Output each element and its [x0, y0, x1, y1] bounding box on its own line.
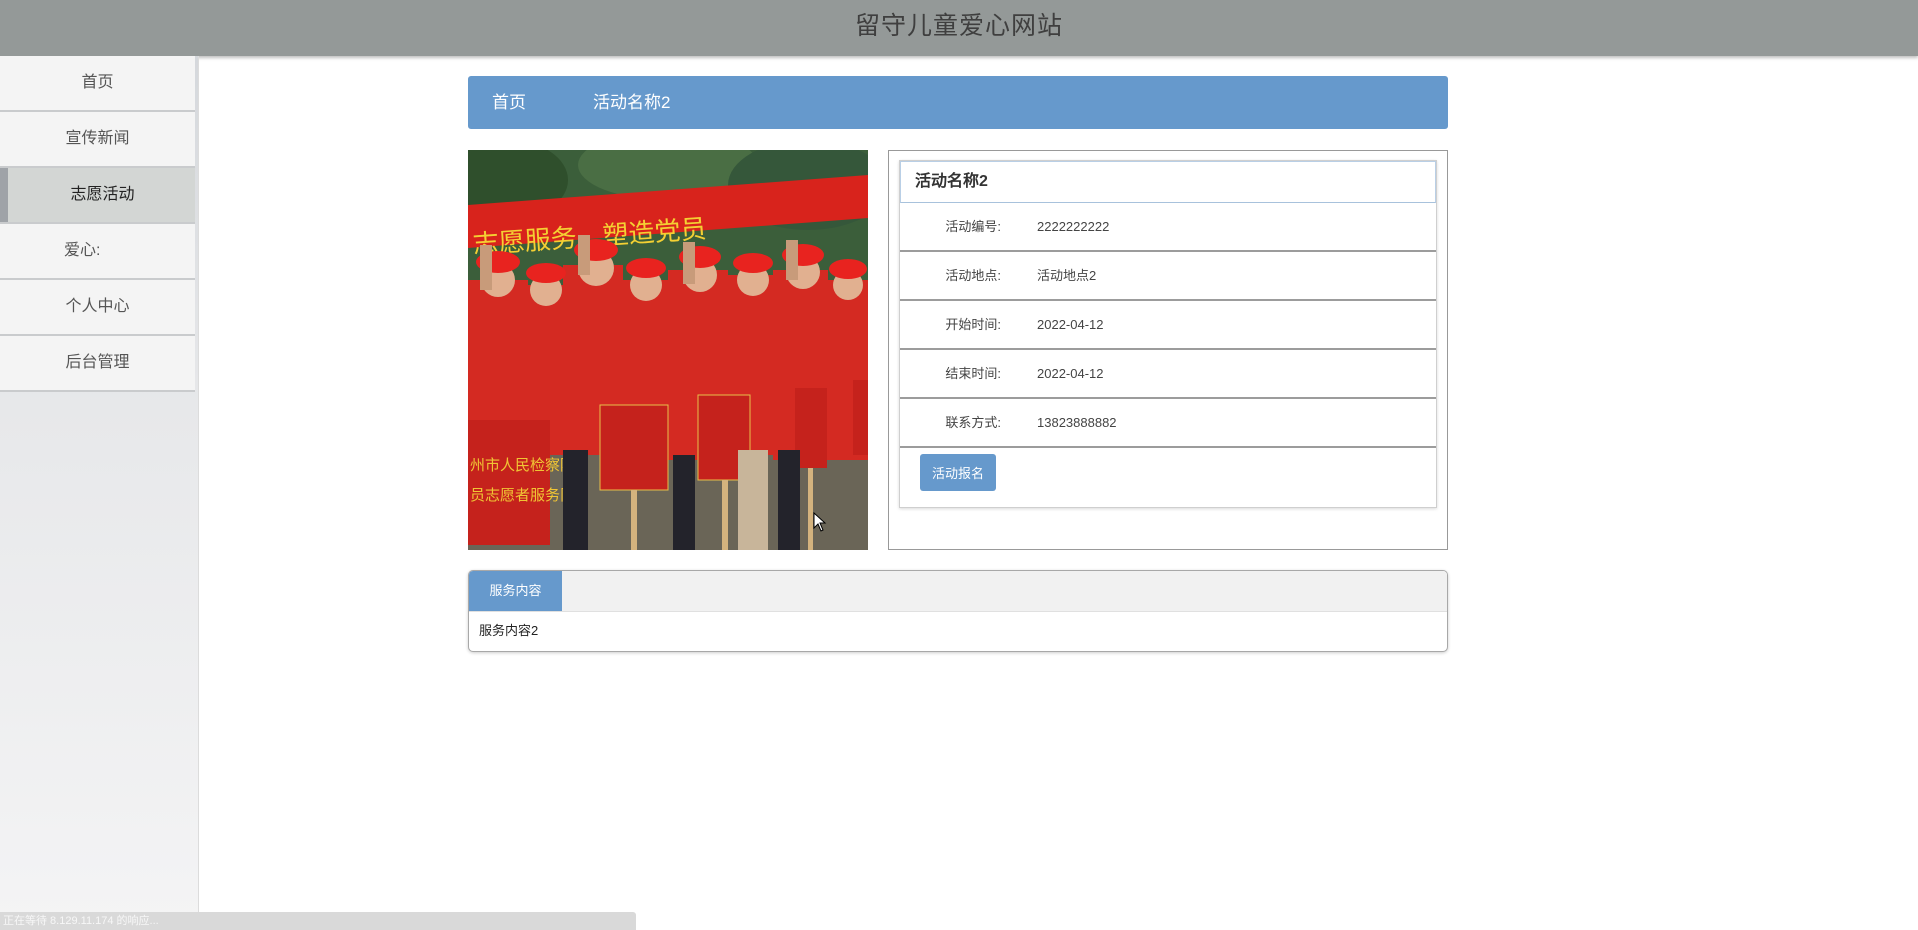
breadcrumb: 首页 活动名称2 — [468, 76, 1448, 129]
browser-status-bar: 正在等待 8.129.11.174 的响应... — [0, 912, 636, 930]
sidebar-item-volunteer[interactable]: 志愿活动 — [0, 168, 195, 224]
mouse-cursor-icon — [813, 511, 827, 537]
sidebar-item-label: 后台管理 — [65, 354, 130, 371]
sidebar-item-admin[interactable]: 后台管理 — [0, 336, 195, 392]
activity-info-box: 活动名称2 活动编号: 2222222222 活动地点: 活动地点2 开始时间:… — [899, 160, 1437, 508]
sign-text: 州市人民检察院 — [470, 456, 575, 474]
field-value: 活动地点2 — [1037, 268, 1097, 283]
info-row-start-time: 开始时间: 2022-04-12 — [900, 301, 1436, 350]
tab-content: 服务内容2 — [479, 623, 539, 638]
field-value: 2022-04-12 — [1037, 317, 1104, 332]
action-row: 活动报名 — [900, 448, 1436, 494]
activity-title: 活动名称2 — [900, 161, 1436, 203]
sign-text: 员志愿者服务队 — [470, 486, 575, 504]
sidebar-item-profile[interactable]: 个人中心 — [0, 280, 195, 336]
info-row-location: 活动地点: 活动地点2 — [900, 252, 1436, 301]
field-label: 活动编号: — [945, 219, 1001, 234]
sidebar-item-love[interactable]: 爱心: — [0, 224, 195, 280]
field-value: 2022-04-12 — [1037, 366, 1104, 381]
volunteer-group-image: 志愿服务，塑造党员 州市人民检察 — [468, 150, 868, 550]
status-text: 正在等待 8.129.11.174 的响应... — [3, 915, 159, 927]
field-value: 13823888882 — [1037, 415, 1117, 430]
sidebar-item-label: 个人中心 — [65, 298, 130, 315]
sidebar-item-news[interactable]: 宣传新闻 — [0, 112, 195, 168]
sidebar-item-label: 首页 — [81, 74, 114, 91]
activity-photo: 志愿服务，塑造党员 州市人民检察 — [468, 150, 868, 550]
sidebar-nav: 首页 宣传新闻 志愿活动 爱心: 个人中心 后台管理 — [0, 56, 199, 930]
sidebar-item-label: 爱心: — [64, 242, 101, 259]
breadcrumb-home-link[interactable]: 首页 — [492, 76, 526, 129]
field-label: 联系方式: — [945, 415, 1001, 430]
breadcrumb-current: 活动名称2 — [593, 93, 671, 112]
field-label: 开始时间: — [945, 317, 1001, 332]
sidebar-item-label: 宣传新闻 — [65, 130, 130, 147]
tab-bar: 服务内容 — [469, 571, 1447, 612]
field-label: 结束时间: — [945, 366, 1001, 381]
sidebar-item-label: 志愿活动 — [70, 186, 135, 203]
detail-tabs: 服务内容 服务内容2 — [468, 570, 1448, 652]
site-header: 留守儿童爱心网站 — [0, 0, 1918, 56]
activity-signup-button[interactable]: 活动报名 — [920, 454, 996, 491]
tab-service-content[interactable]: 服务内容 — [469, 571, 562, 611]
site-title: 留守儿童爱心网站 — [854, 12, 1063, 40]
info-row-end-time: 结束时间: 2022-04-12 — [900, 350, 1436, 399]
activity-info-panel: 活动名称2 活动编号: 2222222222 活动地点: 活动地点2 开始时间:… — [888, 150, 1448, 550]
field-label: 活动地点: — [945, 268, 1001, 283]
info-row-id: 活动编号: 2222222222 — [900, 203, 1436, 252]
sidebar-item-home[interactable]: 首页 — [0, 56, 195, 112]
info-row-contact: 联系方式: 13823888882 — [900, 399, 1436, 448]
field-value: 2222222222 — [1037, 219, 1110, 234]
